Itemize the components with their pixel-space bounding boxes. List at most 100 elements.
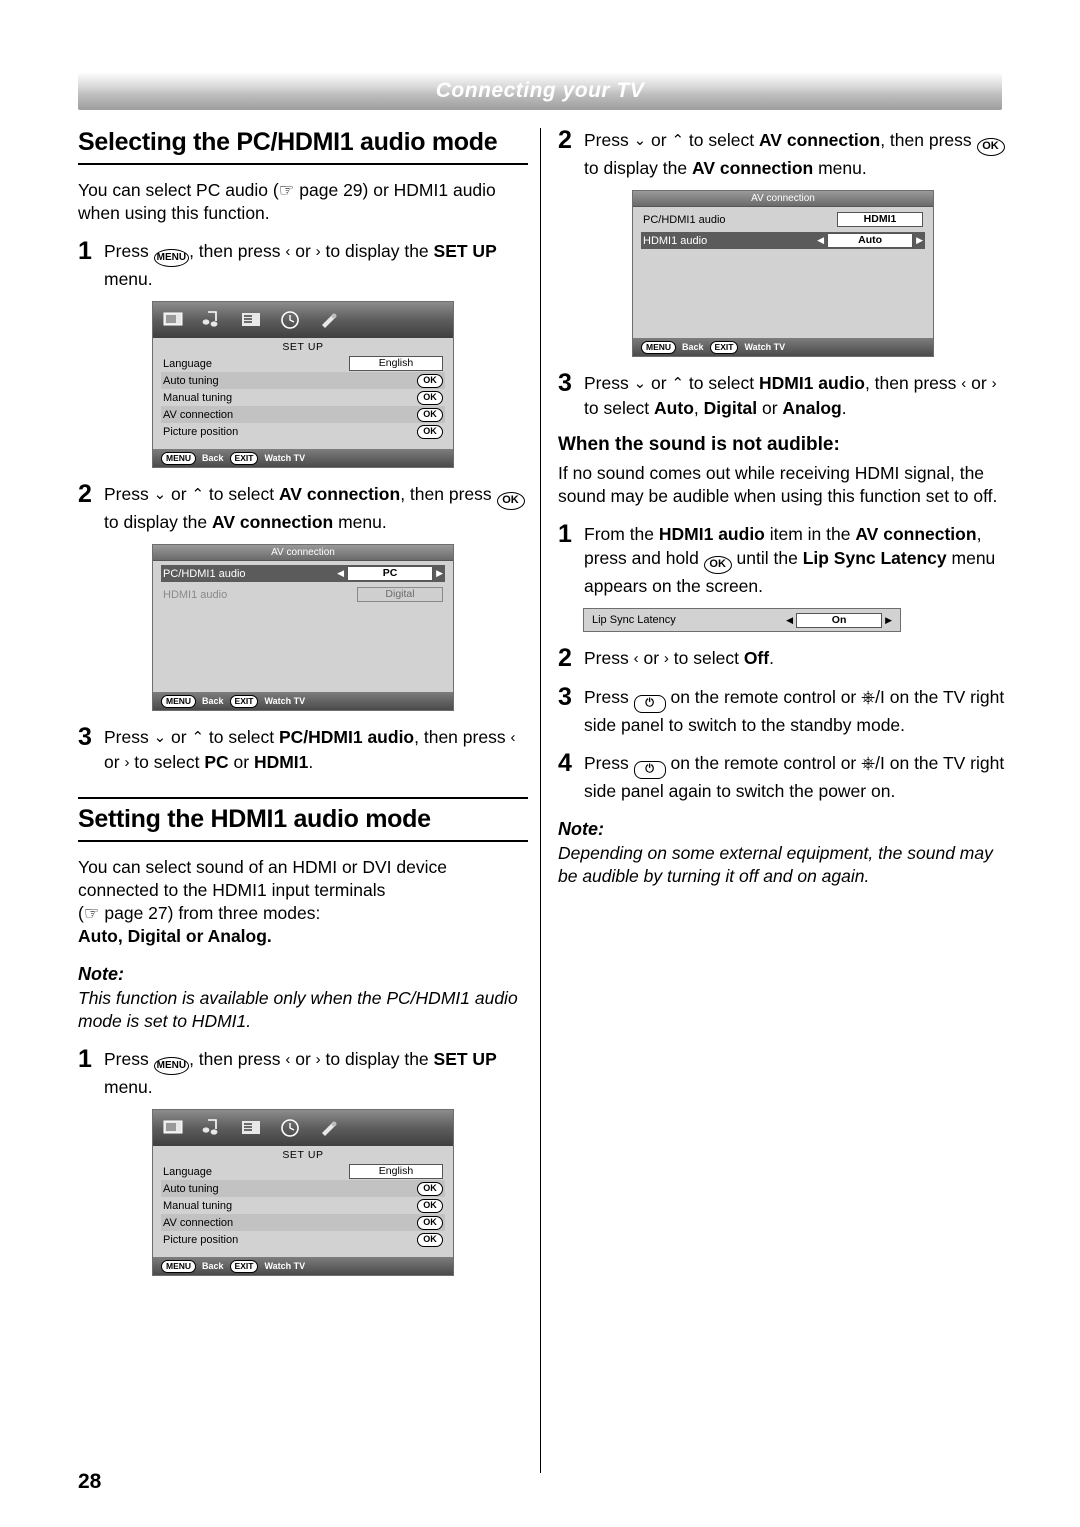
power-key-icon: ⏻ — [633, 695, 666, 713]
osd-row-label: Auto tuning — [163, 374, 219, 387]
step-text-c: to display the — [320, 241, 434, 261]
step-text-b: to select — [204, 484, 279, 504]
step-bold: Off — [743, 648, 770, 668]
step-text: Press ⏻ on the remote control or ⎈/I on … — [584, 751, 1008, 803]
step-text-d: to display the — [104, 512, 212, 532]
right-triangle-icon: ▶ — [436, 568, 443, 578]
step-text-b: , then press — [189, 1049, 286, 1069]
osd-row-selector: HDMI1 — [837, 212, 923, 227]
step-3-right: 3 Press ⌄ or ⌃ to select HDMI1 audio, th… — [558, 371, 1008, 420]
right-triangle-icon: ▶ — [916, 235, 923, 245]
exit-button-icon: EXIT — [229, 451, 259, 465]
osd-row-selector: ◀ Auto ▶ — [817, 233, 923, 248]
step-number: 3 — [558, 369, 572, 397]
osd-row-label: Lip Sync Latency — [592, 614, 676, 626]
menu-key-icon: MENU — [153, 1057, 190, 1075]
osd-row-selector: Digital — [357, 587, 443, 602]
ok-key-icon: OK — [976, 138, 1005, 156]
osd-footer: MENU Back EXIT Watch TV — [153, 449, 453, 467]
step-text-f: . — [308, 752, 314, 772]
osd-row-pc-hdmi1-audio: PC/HDMI1 audio HDMI1 — [641, 211, 925, 228]
intro-paragraph: You can select PC audio (☞ page 29) or H… — [78, 180, 496, 223]
step-text-b: to select — [668, 648, 744, 668]
step-bold: PC/HDMI1 audio — [278, 727, 415, 747]
step-text: Press ⌄ or ⌃ to select AV connection, th… — [104, 482, 528, 534]
step-number: 2 — [78, 480, 92, 508]
exit-button-label: Watch TV — [264, 1261, 306, 1271]
osd-row-hdmi1-audio: HDMI1 audio Digital — [161, 586, 445, 603]
step-number: 1 — [78, 1045, 92, 1073]
step-bold: HDMI1 audio — [758, 373, 865, 393]
step-number: 2 — [558, 126, 572, 154]
setup-tools-icon — [317, 309, 343, 331]
osd-row-auto-tuning: Auto tuning OK — [161, 372, 445, 389]
osd-ok-icon: OK — [417, 390, 443, 405]
step-bold-2: Auto — [654, 398, 694, 418]
osd-footer: MENU Back EXIT Watch TV — [153, 1257, 453, 1275]
osd-row-label: HDMI1 audio — [163, 588, 228, 601]
step-number: 3 — [78, 723, 92, 751]
osd-row-language: Language English — [161, 355, 445, 372]
exit-button-label: Watch TV — [264, 696, 306, 706]
exit-button-icon: EXIT — [229, 1259, 259, 1273]
note-label-right: Note: — [558, 819, 604, 839]
exit-button-label: Watch TV — [744, 342, 786, 352]
osd-row-manual-tuning: Manual tuning OK — [161, 389, 445, 406]
tv-picture-icon — [161, 1117, 187, 1139]
osd-title: SET UP — [282, 1149, 324, 1161]
right-arrow-icon: › — [991, 375, 997, 392]
osd-lip-sync-latency: Lip Sync Latency ◀ On ▶ — [583, 608, 901, 632]
exit-button-icon: EXIT — [709, 340, 739, 354]
left-arrow-icon: ‹ — [285, 243, 291, 260]
step-number: 1 — [558, 520, 572, 548]
osd-row-label: Manual tuning — [163, 1199, 233, 1212]
osd-row-label: Manual tuning — [163, 391, 233, 404]
step-text: Press ⌄ or ⌃ to select PC/HDMI1 audio, t… — [104, 727, 516, 772]
menu-key-icon: MENU — [153, 249, 190, 267]
step-text: Press ⏻ on the remote control or ⎈/I on … — [584, 685, 1008, 737]
osd-row-hdmi1-audio: HDMI1 audio ◀ Auto ▶ — [641, 232, 925, 249]
menu-button-label: Back — [202, 1261, 224, 1271]
osd-row-picture-position: Picture position OK — [161, 1231, 445, 1248]
power-standby-icon: ⎈/I — [861, 687, 885, 707]
step-text-b: on the remote control or — [665, 753, 862, 773]
osd-row-value: HDMI1 — [837, 212, 923, 227]
step-bold: AV connection — [278, 484, 401, 504]
osd-row-pc-hdmi1-audio: PC/HDMI1 audio ◀ PC ▶ — [161, 565, 445, 582]
section-title-selecting-pc-hdmi1-audio-mode: Selecting the PC/HDMI1 audio mode — [78, 128, 528, 165]
step-text-c: , then press — [400, 484, 497, 504]
setup-tools-icon — [317, 1117, 343, 1139]
osd-ok-icon: OK — [417, 373, 443, 388]
clock-icon — [278, 309, 304, 331]
step-bold: SET UP — [433, 241, 497, 261]
step-text: Press ⌄ or ⌃ to select HDMI1 audio, then… — [584, 373, 997, 418]
step-number: 2 — [558, 644, 572, 672]
down-arrow-icon: ⌄ — [633, 132, 647, 149]
step-text-a: Press — [104, 484, 154, 504]
step-text-c: , then press — [864, 373, 962, 393]
step-text-b: , then press — [189, 241, 286, 261]
intro2-modes: Auto, Digital or Analog. — [78, 926, 272, 946]
osd-row-auto-tuning: Auto tuning OK — [161, 1180, 445, 1197]
osd-row-value: On — [796, 612, 883, 628]
step-text-f: . — [841, 398, 847, 418]
intro2-line2: (☞ page 27) from three modes: — [78, 902, 528, 925]
step-3-left: 3 Press ⌄ or ⌃ to select PC/HDMI1 audio,… — [78, 725, 528, 775]
audio-note-icon — [200, 309, 226, 331]
osd-row-label: Language — [163, 357, 212, 370]
column-divider — [540, 128, 541, 1473]
osd-ok-icon: OK — [417, 1215, 443, 1230]
step-bold-2: AV connection — [691, 158, 814, 178]
up-arrow-icon: ⌃ — [671, 132, 685, 149]
step-text-a: Press — [584, 687, 634, 707]
up-arrow-icon: ⌃ — [671, 375, 685, 392]
left-arrow-icon: ‹ — [285, 1051, 291, 1068]
page-number: 28 — [78, 1470, 102, 1493]
step-text-e: menu. — [813, 158, 867, 178]
step-text: Press ⌄ or ⌃ to select AV connection, th… — [584, 128, 1008, 180]
osd-ok-icon: OK — [417, 1198, 443, 1213]
step-1-left-second: 1 Press MENU, then press ‹ or › to displ… — [78, 1047, 528, 1099]
step-text-c: , then press — [414, 727, 511, 747]
step-bold-3: Lip Sync Latency — [802, 548, 947, 568]
step-text-a: Press — [584, 373, 634, 393]
